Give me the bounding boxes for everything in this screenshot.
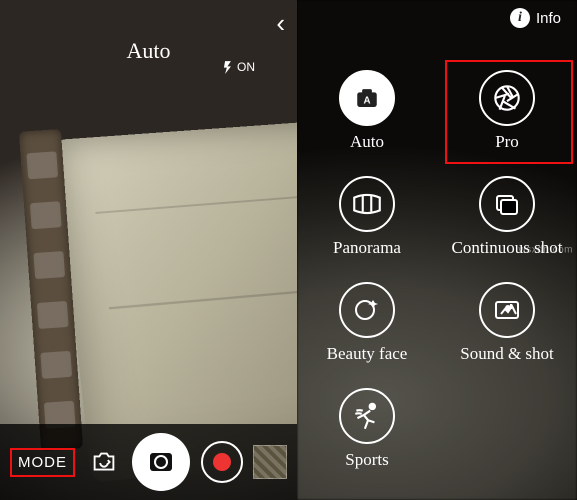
mode-label-panorama: Panorama xyxy=(333,238,401,258)
mode-label-soundshot: Sound & shot xyxy=(460,344,554,364)
camera-icon xyxy=(150,453,172,471)
aperture-icon xyxy=(479,70,535,126)
mode-label-pro: Pro xyxy=(495,132,519,152)
mode-item-sports[interactable]: Sports xyxy=(339,388,395,470)
watermark: wsxdn.com xyxy=(518,245,573,256)
shutter-button[interactable] xyxy=(132,433,190,491)
record-button[interactable] xyxy=(201,441,243,483)
gallery-thumbnail[interactable] xyxy=(253,445,287,479)
panorama-icon xyxy=(339,176,395,232)
mode-button[interactable]: MODE xyxy=(10,448,75,477)
flash-state-label: ON xyxy=(237,60,255,74)
camera-bottom-bar: MODE xyxy=(0,424,297,500)
mode-item-soundshot[interactable]: Sound & shot xyxy=(460,282,554,364)
mode-label-auto: Auto xyxy=(350,132,384,152)
mode-label-beauty: Beauty face xyxy=(327,344,408,364)
info-icon: i xyxy=(510,8,530,28)
switch-camera-icon xyxy=(89,447,119,477)
svg-text:A: A xyxy=(363,96,370,107)
mode-item-auto[interactable]: A Auto xyxy=(339,70,395,152)
camera-viewfinder-screen: ‹ Auto ON MODE xyxy=(0,0,297,500)
current-mode-label: Auto xyxy=(127,38,171,64)
mode-item-pro[interactable]: Pro xyxy=(479,70,535,152)
beauty-face-icon xyxy=(339,282,395,338)
mode-label-sports: Sports xyxy=(345,450,388,470)
info-label: Info xyxy=(536,10,561,27)
mode-item-beauty[interactable]: Beauty face xyxy=(327,282,408,364)
info-button[interactable]: i Info xyxy=(510,8,561,28)
sound-shot-icon xyxy=(479,282,535,338)
flash-icon xyxy=(221,58,235,76)
back-button[interactable]: ‹ xyxy=(276,10,285,36)
sports-icon xyxy=(339,388,395,444)
flash-toggle[interactable]: ON xyxy=(221,58,255,76)
chevron-left-icon: ‹ xyxy=(276,8,285,38)
auto-mode-icon: A xyxy=(339,70,395,126)
mode-selection-screen: i Info A Auto xyxy=(297,0,577,500)
camera-top-bar: ‹ Auto ON xyxy=(0,0,297,88)
switch-camera-button[interactable] xyxy=(86,444,122,480)
mode-grid: A Auto Pro xyxy=(297,70,577,470)
mode-item-panorama[interactable]: Panorama xyxy=(333,176,401,258)
continuous-shot-icon xyxy=(479,176,535,232)
